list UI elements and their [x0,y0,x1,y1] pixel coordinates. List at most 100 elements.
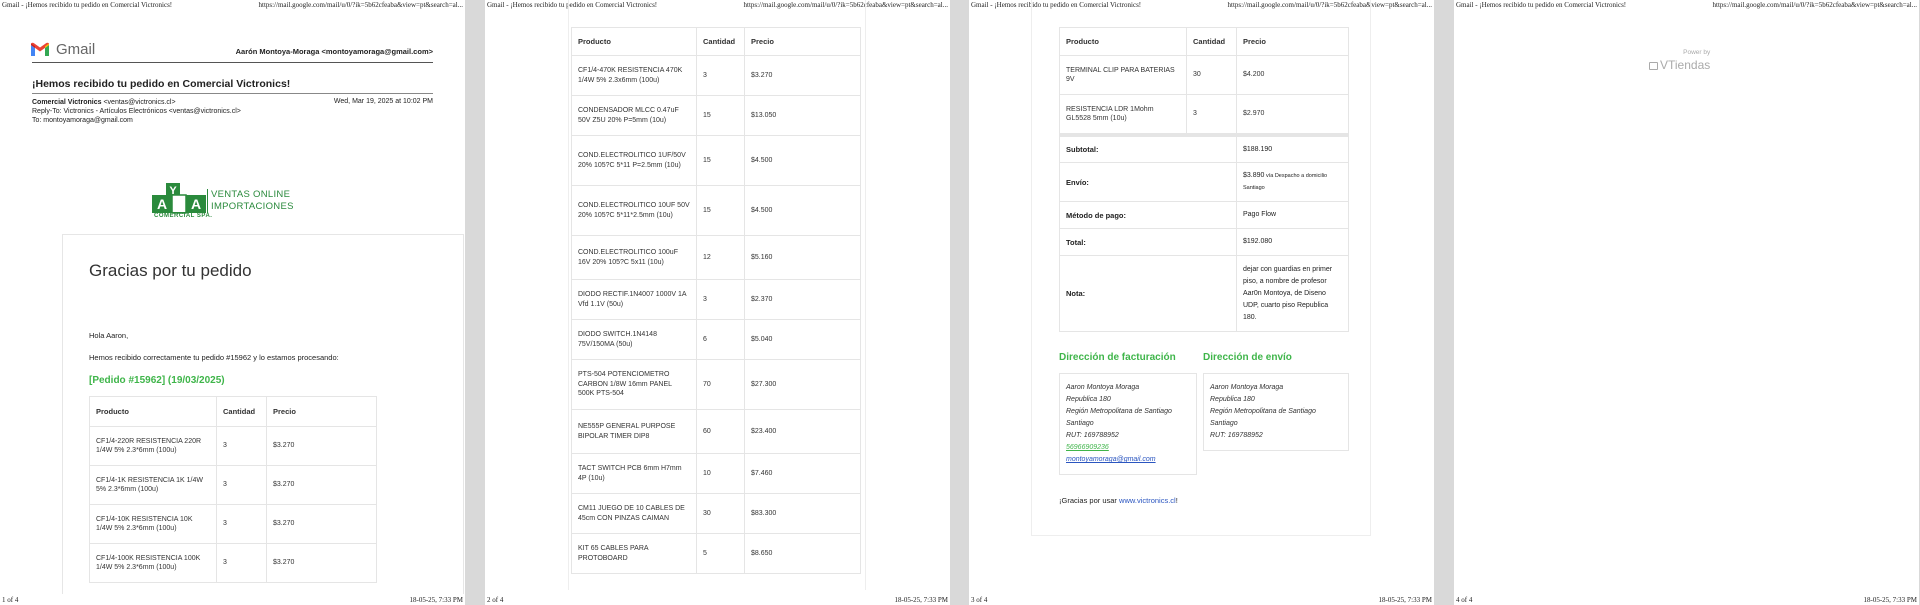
product-qty: 10 [696,453,745,494]
product-qty: 3 [216,504,267,544]
subtotal-label: Subtotal: [1059,135,1237,163]
product-name: PTS-504 POTENCIOMETRO CARBON 1/8W 16mm P… [571,359,697,410]
billing-line: Región Metropolitana de Santiago [1066,408,1172,415]
page-number: 2 of 4 [487,596,504,604]
product-price: $5.160 [744,235,861,280]
product-price: $5.040 [744,319,861,360]
product-qty: 3 [216,465,267,505]
brand-name: VTiendas [1660,58,1711,72]
print-footer: 3 of 4 18-05-25, 7:33 PM [969,593,1434,605]
product-name: CF1/4-220R RESISTENCIA 220R 1/4W 5% 2.3*… [89,426,217,466]
table-row: CF1/4-10K RESISTENCIA 10K 1/4W 5% 2.3*6m… [89,504,377,544]
billing-phone-link[interactable]: 56966909236 [1066,442,1190,454]
order-totals: Subtotal: $188.190 Envío: $3.890 vía Des… [1059,134,1349,332]
print-date: 18-05-25, 7:33 PM [1863,596,1917,604]
table-row: DIODO RECTIF.1N4007 1000V 1A Vfd 1.1V (5… [571,279,861,320]
print-header-url: https://mail.google.com/mail/u/0/?ik=5b6… [1712,1,1918,9]
print-header: Gmail - ¡Hemos recibido tu pedido en Com… [0,0,465,12]
table-row: CONDENSADOR MLCC 0.47uF 50V Z5U 20% P=5m… [571,95,861,136]
shipping-address: Aaron Montoya Moraga Republica 180 Regió… [1203,373,1349,451]
product-name: COND.ELECTROLITICO 1UF/50V 20% 105?C 5*1… [571,135,697,186]
table-row: TERMINAL CLIP PARA BATERIAS 9V 30 $4.200 [1059,55,1349,95]
product-qty: 15 [696,185,745,236]
col-precio: Precio [266,396,377,427]
billing-line: RUT: 169788952 [1066,432,1119,439]
product-price: $3.270 [266,543,377,583]
billing-email-link[interactable]: montoyamoraga@gmail.com [1066,454,1190,466]
billing-title: Dirección de facturación [1059,352,1176,363]
product-name: CONDENSADOR MLCC 0.47uF 50V Z5U 20% P=5m… [571,95,697,136]
order-message: Hemos recibido correctamente tu pedido #… [89,353,339,362]
svg-text:Y: Y [169,185,177,197]
page-number: 1 of 4 [2,596,19,604]
divider [32,62,433,63]
shipping-title: Dirección de envío [1203,352,1292,363]
product-qty: 6 [696,319,745,360]
product-name: TERMINAL CLIP PARA BATERIAS 9V [1059,55,1187,95]
table-row: COND.ELECTROLITICO 100uF 16V 20% 105?C 5… [571,235,861,280]
billing-line: Aaron Montoya Moraga [1066,384,1140,391]
table-row: CF1/4-220R RESISTENCIA 220R 1/4W 5% 2.3*… [89,426,377,466]
table-row: CF1/4-1K RESISTENCIA 1K 1/4W 5% 2.3*6mm … [89,465,377,505]
col-cantidad: Cantidad [216,396,267,427]
print-footer: 2 of 4 18-05-25, 7:33 PM [485,593,950,605]
table-row: DIODO SWITCH.1N4148 75V/150MA (50u) 6 $5.0… [571,319,861,360]
product-name: CF1/4-470K RESISTENCIA 470K 1/4W 5% 2.3x… [571,55,697,96]
print-date: 18-05-25, 7:33 PM [409,596,463,604]
product-qty: 15 [696,135,745,186]
product-price: $3.270 [744,55,861,96]
email-meta: Comercial Victronics <ventas@victronics.… [32,98,241,125]
powered-by-label: Power by [1683,49,1711,56]
product-name: CF1/4-1K RESISTENCIA 1K 1/4W 5% 2.3*6mm … [89,465,217,505]
product-name: TACT SWITCH PCB 6mm H7mm 4P (10u) [571,453,697,494]
product-name: CF1/4-100K RESISTENCIA 100K 1/4W 5% 2.3*… [89,543,217,583]
print-date: 18-05-25, 7:33 PM [1378,596,1432,604]
product-qty: 30 [1186,55,1237,95]
sender-email: <ventas@victronics.cl> [101,99,176,106]
account-email: Aarón Montoya-Moraga <montoyamoraga@gmai… [235,47,433,56]
page-number: 4 of 4 [1456,596,1473,604]
page-number: 3 of 4 [971,596,988,604]
product-price: $4.500 [744,185,861,236]
shipping-line: Republica 180 [1210,396,1255,403]
total-value: $192.080 [1236,228,1349,256]
recipient: To: montoyamoraga@gmail.com [32,117,133,124]
col-cantidad: Cantidad [696,27,745,56]
thanks-text: ¡Gracias por usar www.victronics.cl! [1059,496,1178,505]
print-page-1: Gmail - ¡Hemos recibido tu pedido en Com… [0,0,465,605]
email-date: Wed, Mar 19, 2025 at 10:02 PM [333,98,433,105]
powered-by-brand: Power by VTiendas [1649,49,1710,74]
product-qty: 3 [1186,94,1237,134]
thanks-prefix: ¡Gracias por usar [1059,496,1120,505]
gmail-logo: Gmail [30,41,95,58]
shop-bag-icon [1649,62,1658,70]
product-name: NE555P GENERAL PURPOSE BIPOLAR TIMER DIP… [571,409,697,454]
divider [32,93,433,94]
product-price: $4.500 [744,135,861,186]
print-page-3: Gmail - ¡Hemos recibido tu pedido en Com… [969,0,1434,605]
store-link[interactable]: www.victronics.cl [1119,496,1176,505]
table-row: COND.ELECTROLITICO 10UF 50V 20% 105?C 5*… [571,185,861,236]
col-producto: Producto [571,27,697,56]
envio-amount: $3.890 [1243,172,1265,179]
product-price: $3.270 [266,465,377,505]
product-name: COND.ELECTROLITICO 10UF 50V 20% 105?C 5*… [571,185,697,236]
order-table: Producto Cantidad Precio CF1/4-220R RESI… [89,396,377,583]
billing-line: Santiago [1066,420,1094,427]
col-precio: Precio [1236,27,1349,56]
logo-company: COMERCIAL SPA. [154,213,213,219]
print-date: 18-05-25, 7:33 PM [894,596,948,604]
col-precio: Precio [744,27,861,56]
product-qty: 3 [696,55,745,96]
col-producto: Producto [1059,27,1187,56]
product-price: $7.460 [744,453,861,494]
product-name: COND.ELECTROLITICO 100uF 16V 20% 105?C 5… [571,235,697,280]
product-qty: 70 [696,359,745,410]
print-page-2: Gmail - ¡Hemos recibido tu pedido en Com… [485,0,950,605]
product-qty: 12 [696,235,745,280]
product-qty: 3 [696,279,745,320]
table-row: NE555P GENERAL PURPOSE BIPOLAR TIMER DIP… [571,409,861,454]
print-header-title: Gmail - ¡Hemos recibido tu pedido en Com… [2,1,173,9]
product-qty: 5 [696,533,745,574]
shipping-line: RUT: 169788952 [1210,432,1263,439]
